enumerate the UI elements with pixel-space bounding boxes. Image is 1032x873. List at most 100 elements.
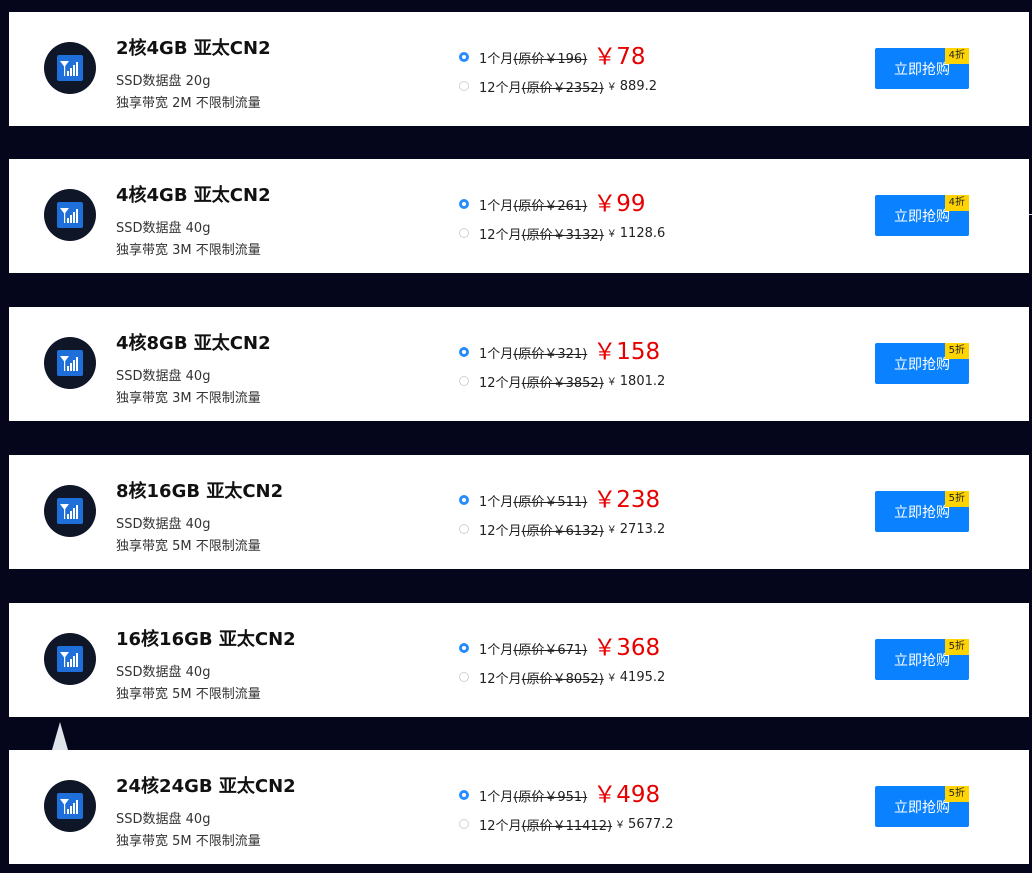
plan-title: 2核4GB 亚太CN2 [116, 38, 271, 59]
buy-button[interactable]: 立即抢购 5折 [875, 639, 969, 680]
yearly-option[interactable]: 12个月 (原价￥2352) ￥ 889.2 [459, 76, 657, 96]
monthly-price: ￥238 [593, 487, 661, 513]
plan-title: 4核8GB 亚太CN2 [116, 333, 271, 354]
bandwidth-spec: 独享带宽 3M 不限制流量 [116, 243, 261, 258]
signal-icon [44, 189, 96, 241]
monthly-option[interactable]: 1个月 (原价￥196) ￥78 [459, 44, 646, 70]
radio-unselected[interactable] [459, 376, 469, 386]
monthly-price: ￥99 [593, 191, 646, 217]
disk-spec: SSD数据盘 40g [116, 665, 211, 680]
buy-button-label: 立即抢购 [894, 208, 950, 225]
monthly-price: ￥368 [593, 635, 661, 661]
bandwidth-spec: 独享带宽 5M 不限制流量 [116, 687, 261, 702]
yearly-option[interactable]: 12个月 (原价￥3852) ￥ 1801.2 [459, 371, 665, 391]
yearly-price: ￥ 5677.2 [615, 816, 674, 832]
plan-card: 4核8GB 亚太CN2 SSD数据盘 40g 独享带宽 3M 不限制流量 1个月… [9, 307, 1029, 421]
monthly-option[interactable]: 1个月 (原价￥951) ￥498 [459, 782, 660, 808]
monthly-option[interactable]: 1个月 (原价￥511) ￥238 [459, 487, 660, 513]
yearly-price-value: 1801.2 [619, 374, 666, 389]
period-label: 12个月 [479, 227, 522, 243]
monthly-option[interactable]: 1个月 (原价￥261) ￥99 [459, 191, 646, 217]
yearly-option[interactable]: 12个月 (原价￥3132) ￥ 1128.6 [459, 223, 665, 243]
plan-title: 8核16GB 亚太CN2 [116, 481, 284, 502]
discount-badge: 4折 [944, 48, 969, 64]
monthly-option[interactable]: 1个月 (原价￥321) ￥158 [459, 339, 660, 365]
currency-symbol: ￥ [615, 820, 626, 831]
radio-selected[interactable] [459, 347, 469, 357]
period-label: 12个月 [479, 80, 522, 96]
yearly-price: ￥ 2713.2 [607, 521, 666, 537]
plan-title: 4核4GB 亚太CN2 [116, 185, 271, 206]
radio-selected[interactable] [459, 52, 469, 62]
buy-button[interactable]: 立即抢购 5折 [875, 343, 969, 384]
bandwidth-spec: 独享带宽 3M 不限制流量 [116, 391, 261, 406]
radio-selected[interactable] [459, 790, 469, 800]
radio-unselected[interactable] [459, 228, 469, 238]
plan-card: 4核4GB 亚太CN2 SSD数据盘 40g 独享带宽 3M 不限制流量 1个月… [9, 159, 1029, 273]
buy-button[interactable]: 立即抢购 4折 [875, 195, 969, 236]
buy-button-label: 立即抢购 [894, 504, 950, 521]
buy-button[interactable]: 立即抢购 4折 [875, 48, 969, 89]
currency-symbol: ￥ [606, 525, 617, 536]
plan-title: 24核24GB 亚太CN2 [116, 776, 296, 797]
yearly-price-value: 889.2 [619, 79, 657, 94]
period-label: 1个月 [479, 346, 514, 362]
yearly-price-value: 1128.6 [619, 226, 666, 241]
pointer-triangle [52, 722, 68, 750]
radio-unselected[interactable] [459, 81, 469, 91]
period-label: 1个月 [479, 789, 514, 805]
monthly-price: ￥158 [593, 339, 661, 365]
plan-title: 16核16GB 亚太CN2 [116, 629, 296, 650]
currency-symbol: ￥ [606, 229, 617, 240]
disk-spec: SSD数据盘 40g [116, 517, 211, 532]
period-label: 12个月 [479, 375, 522, 391]
original-price: (原价￥3132) [521, 227, 604, 243]
currency-symbol: ￥ [606, 377, 617, 388]
original-price: (原价￥196) [513, 51, 588, 67]
original-price: (原价￥6132) [521, 523, 604, 539]
yearly-price: ￥ 1128.6 [607, 225, 666, 241]
yearly-price-value: 2713.2 [619, 522, 666, 537]
radio-unselected[interactable] [459, 672, 469, 682]
original-price: (原价￥511) [513, 494, 588, 510]
monthly-option[interactable]: 1个月 (原价￥671) ￥368 [459, 635, 660, 661]
buy-button[interactable]: 立即抢购 5折 [875, 786, 969, 827]
buy-button[interactable]: 立即抢购 5折 [875, 491, 969, 532]
plan-card: 24核24GB 亚太CN2 SSD数据盘 40g 独享带宽 5M 不限制流量 1… [9, 750, 1029, 864]
disk-spec: SSD数据盘 40g [116, 221, 211, 236]
original-price: (原价￥671) [513, 642, 588, 658]
buy-button-label: 立即抢购 [894, 652, 950, 669]
original-price: (原价￥2352) [521, 80, 604, 96]
radio-unselected[interactable] [459, 819, 469, 829]
yearly-price: ￥ 889.2 [607, 78, 657, 94]
yearly-option[interactable]: 12个月 (原价￥8052) ￥ 4195.2 [459, 667, 665, 687]
radio-selected[interactable] [459, 643, 469, 653]
radio-selected[interactable] [459, 199, 469, 209]
original-price: (原价￥11412) [521, 818, 613, 834]
original-price: (原价￥8052) [521, 671, 604, 687]
bandwidth-spec: 独享带宽 5M 不限制流量 [116, 539, 261, 554]
buy-button-label: 立即抢购 [894, 61, 950, 78]
signal-icon [44, 633, 96, 685]
disk-spec: SSD数据盘 40g [116, 812, 211, 827]
yearly-option[interactable]: 12个月 (原价￥11412) ￥ 5677.2 [459, 814, 674, 834]
plan-card: 8核16GB 亚太CN2 SSD数据盘 40g 独享带宽 5M 不限制流量 1个… [9, 455, 1029, 569]
original-price: (原价￥3852) [521, 375, 604, 391]
signal-icon [44, 780, 96, 832]
radio-selected[interactable] [459, 495, 469, 505]
original-price: (原价￥321) [513, 346, 588, 362]
period-label: 1个月 [479, 494, 514, 510]
monthly-price: ￥78 [593, 44, 646, 70]
yearly-option[interactable]: 12个月 (原价￥6132) ￥ 2713.2 [459, 519, 665, 539]
period-label: 12个月 [479, 671, 522, 687]
radio-unselected[interactable] [459, 524, 469, 534]
yearly-price: ￥ 4195.2 [607, 669, 666, 685]
signal-icon [44, 485, 96, 537]
period-label: 1个月 [479, 51, 514, 67]
monthly-price: ￥498 [593, 782, 661, 808]
currency-symbol: ￥ [606, 82, 617, 93]
original-price: (原价￥261) [513, 198, 588, 214]
discount-badge: 5折 [944, 343, 969, 359]
signal-icon [44, 337, 96, 389]
period-label: 12个月 [479, 818, 522, 834]
